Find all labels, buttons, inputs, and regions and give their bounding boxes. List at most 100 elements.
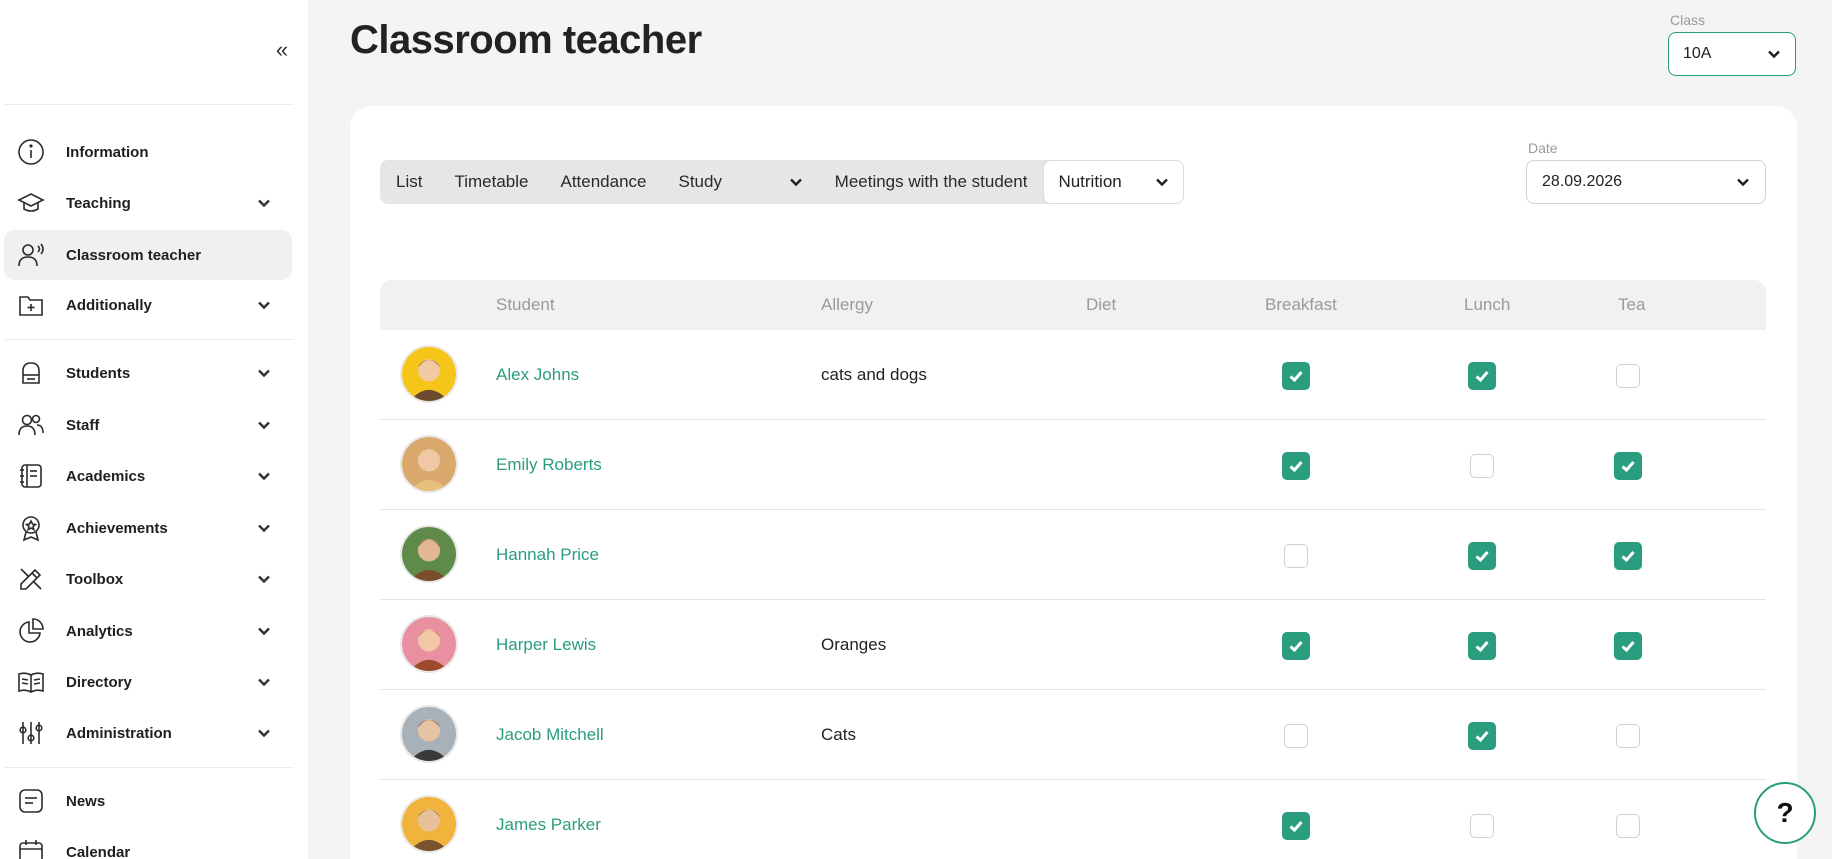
tab-nutrition[interactable]: Nutrition: [1043, 160, 1184, 204]
info-icon: [16, 137, 46, 167]
sidebar-item-label: Teaching: [66, 194, 131, 212]
class-select-value: 10A: [1683, 45, 1712, 62]
sidebar-item-label: Students: [66, 364, 131, 382]
tab-timetable[interactable]: Timetable: [438, 160, 544, 204]
allergy-value: cats and dogs: [821, 365, 927, 384]
student-name-link[interactable]: Harper Lewis: [496, 600, 596, 690]
student-name-link[interactable]: James Parker: [496, 780, 601, 859]
calendar-icon: [16, 837, 46, 859]
lunch-checkbox[interactable]: [1470, 454, 1494, 478]
sidebar-item-label: Additionally: [66, 296, 152, 314]
lunch-checkbox[interactable]: [1468, 632, 1496, 660]
backpack-icon: [16, 358, 46, 388]
tab-meetings[interactable]: Meetings with the student: [819, 160, 1044, 204]
breakfast-checkbox[interactable]: [1284, 724, 1308, 748]
sidebar-item-label: News: [66, 792, 106, 810]
sidebar-item-additionally[interactable]: Additionally: [4, 280, 292, 330]
lunch-checkbox[interactable]: [1468, 362, 1496, 390]
chevron-down-icon: [254, 193, 274, 213]
sidebar-item-label: Achievements: [66, 519, 168, 537]
divider: [4, 339, 294, 340]
breakfast-checkbox[interactable]: [1284, 544, 1308, 568]
tab-list[interactable]: List: [380, 160, 438, 204]
chevron-down-icon: [254, 723, 274, 743]
tab-nutrition-label: Nutrition: [1058, 172, 1122, 191]
notebook-icon: [16, 461, 46, 491]
award-icon: [16, 513, 46, 543]
sidebar-item-toolbox[interactable]: Toolbox: [4, 554, 292, 604]
header-tea: Tea: [1618, 295, 1646, 314]
avatar: [400, 705, 458, 763]
avatar: [400, 795, 458, 853]
users-icon: [16, 410, 46, 440]
breakfast-checkbox[interactable]: [1282, 812, 1310, 840]
avatar: [400, 345, 458, 403]
table-row: Hannah Price: [380, 510, 1766, 600]
sidebar-item-academics[interactable]: Academics: [4, 451, 292, 501]
chevron-down-icon: [254, 295, 274, 315]
breakfast-checkbox[interactable]: [1282, 452, 1310, 480]
tea-checkbox[interactable]: [1614, 632, 1642, 660]
header-lunch: Lunch: [1464, 295, 1511, 314]
lunch-checkbox[interactable]: [1468, 542, 1496, 570]
tab-study-label: Study: [678, 172, 722, 191]
sidebar-item-administration[interactable]: Administration: [4, 708, 292, 758]
tab-bar: List Timetable Attendance Study Meetings…: [380, 160, 1184, 204]
chevron-down-icon: [254, 621, 274, 641]
class-label: Class: [1670, 12, 1706, 28]
sliders-icon: [16, 718, 46, 748]
student-name-link[interactable]: Hannah Price: [496, 510, 599, 600]
sidebar-item-information[interactable]: Information: [4, 127, 292, 177]
chevron-down-icon: [254, 672, 274, 692]
sidebar-item-news[interactable]: News: [4, 776, 292, 826]
avatar: [400, 615, 458, 673]
header-diet: Diet: [1086, 295, 1117, 314]
student-name-link[interactable]: Jacob Mitchell: [496, 690, 604, 780]
lunch-checkbox[interactable]: [1468, 722, 1496, 750]
class-select[interactable]: 10A: [1668, 32, 1796, 76]
header-breakfast: Breakfast: [1265, 295, 1337, 314]
sidebar: « Information Teaching Classroom teacher…: [0, 0, 308, 859]
sidebar-item-calendar[interactable]: Calendar: [4, 827, 292, 859]
chevron-down-icon: [254, 569, 274, 589]
chevron-down-icon: [254, 466, 274, 486]
chevron-down-icon: [254, 415, 274, 435]
date-select[interactable]: 28.09.2026: [1526, 160, 1766, 204]
sidebar-item-analytics[interactable]: Analytics: [4, 606, 292, 656]
tea-checkbox[interactable]: [1616, 364, 1640, 388]
sidebar-item-directory[interactable]: Directory: [4, 657, 292, 707]
tea-checkbox[interactable]: [1616, 814, 1640, 838]
table-row: Jacob Mitchell Cats: [380, 690, 1766, 780]
collapse-sidebar-icon[interactable]: «: [270, 38, 294, 62]
sidebar-item-label: Calendar: [66, 843, 131, 859]
breakfast-checkbox[interactable]: [1282, 632, 1310, 660]
tab-attendance[interactable]: Attendance: [544, 160, 662, 204]
sidebar-item-achievements[interactable]: Achievements: [4, 503, 292, 553]
chevron-down-icon: [1768, 50, 1780, 59]
tea-checkbox[interactable]: [1616, 724, 1640, 748]
tea-checkbox[interactable]: [1614, 542, 1642, 570]
sidebar-item-teaching[interactable]: Teaching: [4, 178, 292, 228]
tab-study[interactable]: Study: [663, 160, 819, 204]
teacher-icon: [16, 240, 46, 270]
sidebar-item-label: Academics: [66, 467, 146, 485]
tools-icon: [16, 564, 46, 594]
lunch-checkbox[interactable]: [1470, 814, 1494, 838]
sidebar-item-students[interactable]: Students: [4, 348, 292, 398]
graduation-cap-icon: [16, 188, 46, 218]
avatar: [400, 525, 458, 583]
chevron-down-icon: [1737, 178, 1749, 187]
main-card: List Timetable Attendance Study Meetings…: [350, 106, 1797, 859]
sidebar-item-staff[interactable]: Staff: [4, 400, 292, 450]
help-button[interactable]: ?: [1754, 782, 1816, 844]
tea-checkbox[interactable]: [1614, 452, 1642, 480]
date-label: Date: [1528, 140, 1558, 156]
breakfast-checkbox[interactable]: [1282, 362, 1310, 390]
avatar: [400, 435, 458, 493]
divider: [4, 104, 294, 105]
sidebar-item-classroom-teacher[interactable]: Classroom teacher: [4, 230, 292, 280]
student-name-link[interactable]: Alex Johns: [496, 330, 579, 420]
student-name-link[interactable]: Emily Roberts: [496, 420, 602, 510]
table-header: Student Allergy Diet Breakfast Lunch Tea: [380, 280, 1766, 330]
news-icon: [16, 786, 46, 816]
